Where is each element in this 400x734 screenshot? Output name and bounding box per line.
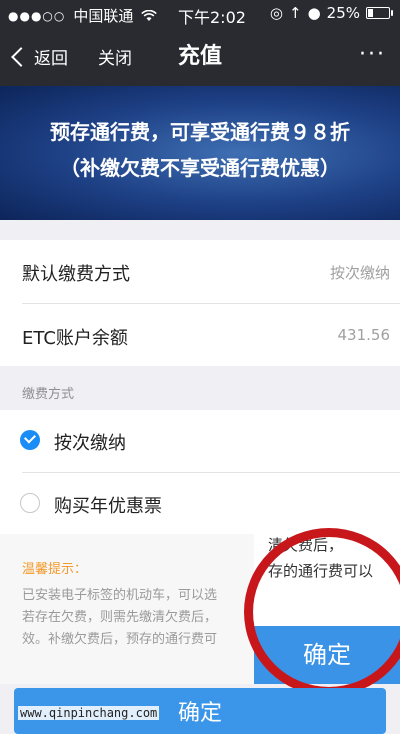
battery-icon bbox=[366, 7, 393, 19]
battery-fill bbox=[368, 9, 373, 17]
default-payment-row: 默认缴费方式 按次缴纳 bbox=[0, 240, 400, 302]
option-annual-pass-label: 购买年优惠票 bbox=[54, 496, 162, 517]
option-pay-per-trip-label: 按次缴纳 bbox=[54, 433, 126, 454]
etc-balance-value: 431.56 bbox=[337, 326, 391, 344]
chevron-left-icon bbox=[11, 46, 31, 67]
wifi-icon bbox=[141, 9, 158, 21]
promo-banner: 预存通行费，可享受通行费９８折 （补缴欠费不享受通行费优惠） bbox=[0, 86, 400, 220]
radio-unchecked-icon bbox=[20, 493, 40, 513]
zoom-callout: 清欠费后， 存的通行费可以 确定 bbox=[254, 518, 400, 684]
tip-line: 已安装电子标签的机动车，可以选 bbox=[22, 588, 218, 603]
status-bar: ●●●○○ 中国联通 下午2:02 ◎ ↑ ● 25% bbox=[0, 0, 400, 28]
status-right: ◎ ↑ ● 25% bbox=[269, 4, 393, 22]
callout-text-line: 存的通行费可以 bbox=[268, 562, 374, 580]
back-button[interactable]: 返回 bbox=[11, 44, 68, 69]
carrier-name: 中国联通 bbox=[73, 7, 134, 25]
default-payment-label: 默认缴费方式 bbox=[22, 264, 130, 285]
banner-subline: （补缴欠费不享受通行费优惠） bbox=[60, 156, 340, 180]
alarm-icon: ● bbox=[307, 4, 321, 22]
account-info-list: 默认缴费方式 按次缴纳 ETC账户余额 431.56 bbox=[0, 240, 400, 366]
payment-method-caption: 缴费方式 bbox=[22, 387, 75, 402]
option-pay-per-trip[interactable]: 按次缴纳 bbox=[0, 410, 400, 472]
location-icon: ◎ bbox=[269, 4, 283, 22]
default-payment-value: 按次缴纳 bbox=[329, 264, 390, 282]
close-button[interactable]: 关闭 bbox=[98, 44, 132, 69]
tip-line: 效。补缴欠费后，预存的通行费可 bbox=[22, 632, 218, 647]
signal-strength-icon: ●●●○○ bbox=[8, 8, 66, 23]
navigation-bar: 返回 关闭 充值 ··· bbox=[0, 28, 400, 86]
status-left: ●●●○○ 中国联通 bbox=[8, 5, 158, 26]
app-screen: ●●●○○ 中国联通 下午2:02 ◎ ↑ ● 25% 返回 关闭 充值 ···… bbox=[0, 0, 400, 734]
radio-checked-icon bbox=[20, 430, 40, 450]
etc-balance-label: ETC账户余额 bbox=[22, 328, 128, 349]
top-bar: ●●●○○ 中国联通 下午2:02 ◎ ↑ ● 25% 返回 关闭 充值 ··· bbox=[0, 0, 400, 86]
payment-method-list: 按次缴纳 购买年优惠票 bbox=[0, 410, 400, 534]
battery-percent: 25% bbox=[326, 4, 360, 22]
orientation-lock-icon: ↑ bbox=[288, 4, 302, 22]
tips-title: 温馨提示： bbox=[22, 562, 88, 577]
etc-balance-row: ETC账户余额 431.56 bbox=[0, 304, 400, 366]
more-menu-button[interactable]: ··· bbox=[359, 42, 386, 67]
callout-text-line: 清欠费后， bbox=[268, 536, 344, 554]
status-time: 下午2:02 bbox=[178, 8, 246, 27]
tip-line: 若存在欠费，则需先缴清欠费后， bbox=[22, 610, 218, 625]
callout-confirm-button[interactable]: 确定 bbox=[254, 626, 400, 684]
back-label: 返回 bbox=[34, 49, 68, 69]
watermark-text: www.qinpinchang.com bbox=[18, 706, 160, 720]
banner-headline: 预存通行费，可享受通行费９８折 bbox=[50, 120, 350, 144]
